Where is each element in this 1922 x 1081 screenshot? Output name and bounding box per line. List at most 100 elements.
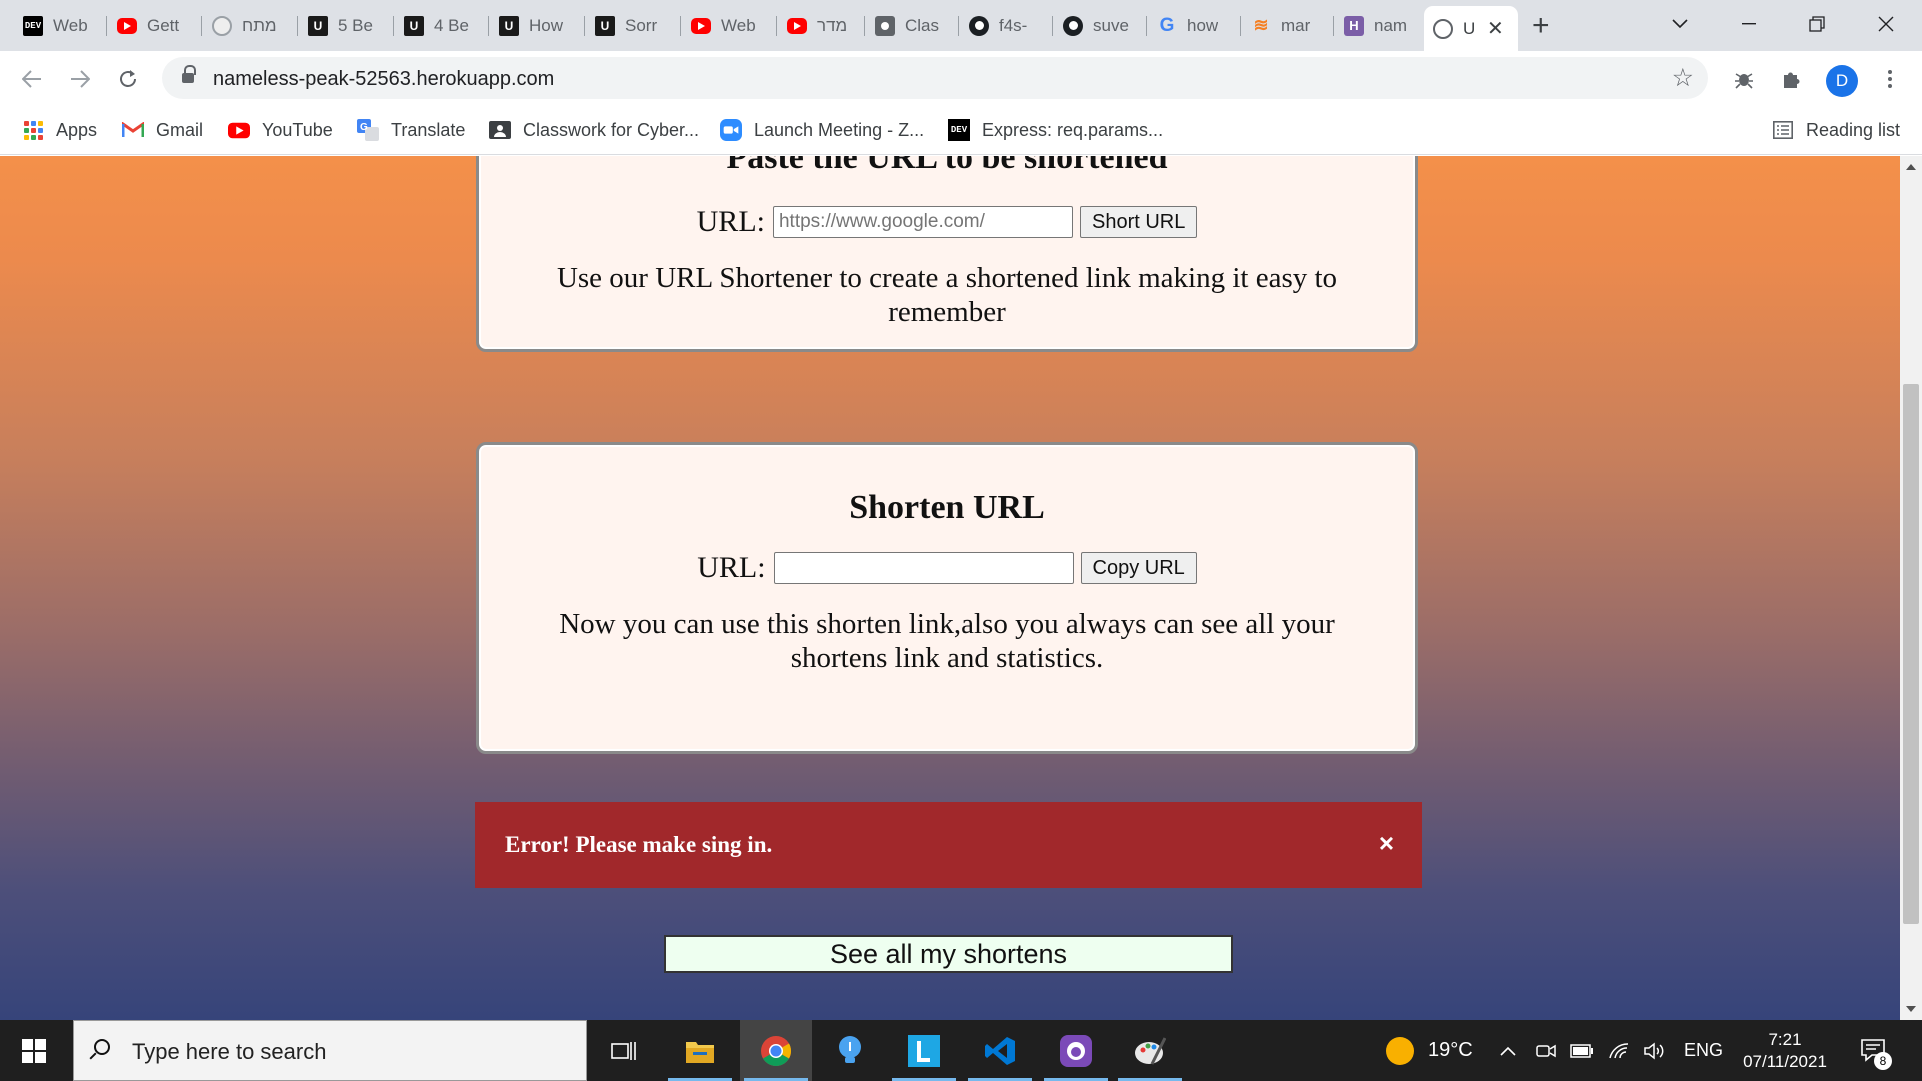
tab-4[interactable]: U 4 Be [395, 8, 487, 43]
close-alert-icon[interactable]: × [1379, 828, 1394, 859]
tab-title: מתח [242, 15, 277, 35]
apps-icon [22, 119, 44, 141]
paint-icon[interactable] [1114, 1020, 1186, 1081]
classroom-icon [875, 15, 895, 36]
notification-center-icon[interactable]: 8 [1860, 1020, 1892, 1081]
udemy-icon: U [595, 15, 615, 36]
scroll-down-arrow-icon[interactable] [1906, 1006, 1916, 1012]
tab-title: מדר [817, 15, 848, 35]
tab-title: Gett [147, 15, 180, 35]
tips-lightbulb-icon[interactable] [814, 1020, 886, 1081]
tab-12[interactable]: G how [1148, 8, 1240, 43]
task-view-icon[interactable] [588, 1020, 660, 1081]
clock-date: 07/11/2021 [1743, 1051, 1827, 1071]
scroll-thumb[interactable] [1903, 384, 1919, 924]
sun-icon [1386, 1036, 1414, 1065]
lock-icon[interactable] [182, 65, 196, 84]
file-explorer-icon[interactable] [664, 1020, 736, 1081]
weather-widget[interactable]: 19°C [1386, 1020, 1473, 1081]
bookmark-apps[interactable]: Apps [22, 115, 97, 145]
tab-0[interactable]: DEV Web [14, 8, 96, 43]
youtube-icon [787, 17, 807, 34]
error-alert: Error! Please make sing in. × [475, 802, 1422, 888]
bookmark-label: Classwork for Cyber... [523, 119, 700, 140]
paste-url-card: Paste the URL to be shortened URL: https… [476, 156, 1418, 352]
tab-13[interactable]: ≋ mar [1242, 8, 1334, 43]
reading-list-icon [1772, 119, 1794, 141]
menu-kebab-icon[interactable] [1874, 63, 1906, 95]
new-tab-button[interactable]: + [1532, 8, 1550, 43]
notification-count: 8 [1874, 1052, 1892, 1070]
see-all-shortens-button[interactable]: See all my shortens [664, 935, 1233, 973]
tab-close-icon[interactable]: ✕ [1487, 16, 1504, 41]
tab-title: U [1463, 18, 1476, 38]
reload-button[interactable] [112, 63, 144, 95]
battery-icon[interactable] [1570, 1020, 1594, 1081]
bookmark-label: Express: req.params... [982, 119, 1164, 140]
github-desktop-icon[interactable] [1040, 1020, 1112, 1081]
volume-icon[interactable] [1644, 1020, 1666, 1081]
url-label: URL: [697, 551, 766, 584]
bookmark-gmail[interactable]: Gmail [122, 115, 203, 145]
vscode-icon[interactable] [964, 1020, 1036, 1081]
classroom-icon [489, 119, 511, 141]
bookmark-zoom[interactable]: Launch Meeting - Z... [720, 115, 924, 145]
tab-8[interactable]: מדר [778, 8, 870, 43]
wifi-icon[interactable] [1608, 1020, 1630, 1081]
minimize-button[interactable] [1719, 6, 1779, 42]
profile-avatar[interactable]: D [1826, 65, 1858, 97]
tab-1[interactable]: Gett [108, 8, 200, 43]
address-bar[interactable]: nameless-peak-52563.herokuapp.com ☆ [162, 57, 1708, 99]
tab-active[interactable]: U ✕ [1424, 6, 1518, 51]
reading-list-label: Reading list [1806, 119, 1901, 140]
url-label: URL: [696, 205, 765, 238]
bookmark-star-icon[interactable]: ☆ [1672, 63, 1694, 93]
long-url-input[interactable]: https://www.google.com/ [772, 206, 1073, 238]
github-icon [1063, 15, 1083, 36]
reading-list[interactable]: Reading list [1772, 115, 1900, 145]
tab-11[interactable]: suve [1054, 8, 1146, 43]
windows-taskbar: Type here to search 19°C ENG 7:21 07/11/… [0, 1020, 1922, 1081]
tab-3[interactable]: U 5 Be [299, 8, 391, 43]
bookmark-translate[interactable]: G Translate [357, 115, 465, 145]
short-url-output[interactable] [773, 552, 1074, 584]
tab-7[interactable]: Web [682, 8, 774, 43]
search-icon [94, 1039, 110, 1055]
tab-5[interactable]: U How [490, 8, 582, 43]
bookmark-classwork[interactable]: Classwork for Cyber... [489, 115, 699, 145]
forward-button[interactable] [64, 63, 96, 95]
clock[interactable]: 7:21 07/11/2021 [1736, 1020, 1834, 1081]
restore-button[interactable] [1787, 6, 1847, 42]
close-window-button[interactable] [1856, 6, 1916, 42]
scroll-up-arrow-icon[interactable] [1906, 164, 1916, 170]
tab-strip: DEV Web Gett מתח U 5 Be U 4 Be U How U S… [0, 0, 1922, 51]
tab-2[interactable]: מתח [203, 8, 295, 43]
language-indicator[interactable]: ENG [1684, 1020, 1723, 1081]
udemy-icon: U [404, 15, 424, 36]
copy-url-button[interactable]: Copy URL [1080, 552, 1197, 584]
tab-search-icon[interactable] [1650, 6, 1710, 42]
paste-url-row: URL: https://www.google.com/ Short URL [479, 205, 1415, 239]
taskbar-search[interactable]: Type here to search [73, 1020, 587, 1081]
meet-now-icon[interactable] [1536, 1020, 1556, 1081]
bookmark-youtube[interactable]: YouTube [228, 115, 333, 145]
tab-title: how [1187, 15, 1219, 35]
app-l-icon[interactable] [888, 1020, 960, 1081]
heroku-icon: H [1344, 15, 1364, 36]
tab-10[interactable]: f4s- [960, 8, 1052, 43]
extensions-puzzle-icon[interactable] [1776, 63, 1808, 95]
tab-6[interactable]: U Sorr [586, 8, 678, 43]
tab-14[interactable]: H nam [1335, 8, 1427, 43]
bookmark-express[interactable]: DEV Express: req.params... [948, 115, 1163, 145]
short-url-button[interactable]: Short URL [1079, 206, 1198, 238]
tab-title: Web [53, 15, 88, 35]
tray-overflow-icon[interactable] [1500, 1020, 1516, 1081]
extension-bug-icon[interactable] [1728, 63, 1760, 95]
chrome-taskbar-icon[interactable] [740, 1020, 812, 1081]
page-scrollbar[interactable] [1900, 156, 1922, 1020]
windows-start-icon[interactable] [22, 1039, 46, 1063]
shorten-url-card: Shorten URL URL: Copy URL Now you can us… [476, 442, 1418, 754]
tab-9[interactable]: Clas [866, 8, 958, 43]
tab-title: Sorr [625, 15, 658, 35]
back-button[interactable] [16, 63, 48, 95]
